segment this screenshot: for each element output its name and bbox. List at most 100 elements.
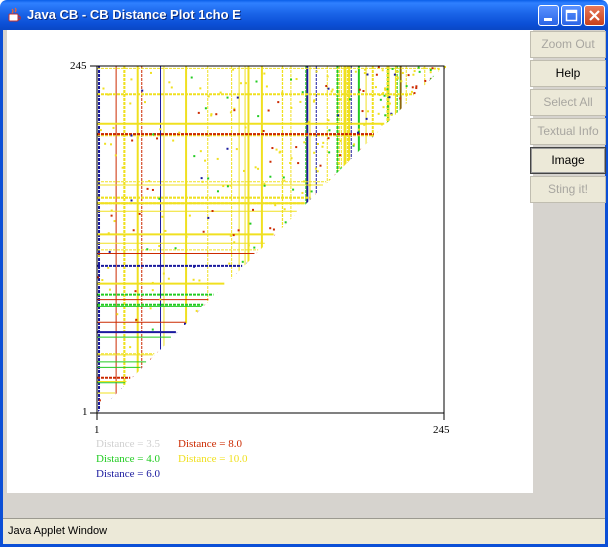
zoom-out-button[interactable]: Zoom Out bbox=[530, 31, 606, 58]
contact-point bbox=[101, 279, 104, 282]
contact-point bbox=[131, 139, 134, 142]
contact-point bbox=[375, 73, 378, 76]
contact-point bbox=[327, 119, 330, 122]
help-button[interactable]: Help bbox=[530, 60, 606, 87]
image-button[interactable]: Image bbox=[530, 147, 606, 174]
contact-point bbox=[415, 87, 418, 90]
y-axis-bottom-label: 1 bbox=[82, 406, 88, 418]
distance-plot[interactable] bbox=[7, 30, 533, 493]
minimize-button[interactable] bbox=[538, 5, 559, 26]
contact-point bbox=[110, 209, 113, 212]
contact-point bbox=[321, 145, 324, 148]
contact-point bbox=[284, 221, 287, 224]
contact-point bbox=[380, 123, 383, 126]
contact-point bbox=[316, 170, 319, 173]
contact-point bbox=[136, 136, 139, 139]
contact-point bbox=[229, 184, 232, 187]
contact-point bbox=[292, 188, 295, 191]
contact-point bbox=[193, 265, 196, 268]
maximize-button[interactable] bbox=[561, 5, 582, 26]
title-bar[interactable]: Java CB - CB Distance Plot 1cho E bbox=[0, 0, 608, 30]
contact-point bbox=[151, 289, 154, 292]
contact-point bbox=[313, 151, 316, 154]
contact-point bbox=[192, 278, 195, 281]
contact-point bbox=[326, 75, 329, 78]
contact-point bbox=[216, 157, 219, 160]
contact-point bbox=[151, 281, 154, 284]
contact-point bbox=[319, 164, 322, 167]
contact-point bbox=[365, 117, 368, 120]
minimize-icon bbox=[544, 18, 552, 21]
contact-point bbox=[328, 151, 331, 154]
contact-point bbox=[328, 129, 331, 132]
contact-point bbox=[386, 88, 389, 91]
contact-point bbox=[281, 91, 284, 94]
contact-point bbox=[229, 234, 232, 237]
contact-point bbox=[98, 399, 101, 402]
contact-point bbox=[383, 94, 386, 97]
contact-point bbox=[309, 184, 312, 187]
contact-point bbox=[242, 169, 245, 172]
contact-point bbox=[215, 113, 218, 116]
contact-point bbox=[433, 67, 436, 70]
contact-point bbox=[339, 139, 342, 142]
contact-point bbox=[338, 98, 341, 101]
contact-point bbox=[99, 129, 102, 132]
textual-info-button[interactable]: Textual Info bbox=[530, 118, 606, 145]
contact-point bbox=[158, 245, 161, 248]
contact-point bbox=[222, 185, 225, 188]
contact-point bbox=[363, 123, 366, 126]
java-cup-icon[interactable] bbox=[6, 7, 22, 23]
sting-it-button[interactable]: Sting it! bbox=[530, 176, 606, 203]
contact-point bbox=[379, 98, 382, 101]
contact-point bbox=[312, 100, 315, 103]
contact-point bbox=[207, 95, 210, 98]
select-all-button[interactable]: Select All bbox=[530, 89, 606, 116]
contact-point bbox=[195, 309, 198, 312]
contact-point bbox=[121, 166, 124, 169]
contact-point bbox=[204, 107, 207, 110]
contact-point bbox=[388, 96, 391, 99]
contact-point bbox=[110, 214, 113, 217]
contact-point bbox=[411, 86, 414, 89]
contact-point bbox=[418, 70, 421, 73]
contact-point bbox=[107, 266, 110, 269]
contact-point bbox=[148, 180, 151, 183]
legend-distance-6-0: Distance = 6.0 bbox=[96, 468, 160, 480]
legend-distance-8-0: Distance = 8.0 bbox=[178, 438, 242, 450]
contact-point bbox=[226, 185, 229, 188]
contact-point bbox=[377, 112, 380, 115]
contact-point bbox=[413, 70, 416, 73]
contact-point bbox=[104, 142, 107, 145]
close-button[interactable] bbox=[584, 5, 605, 26]
contact-point bbox=[161, 215, 164, 218]
contact-point bbox=[381, 69, 384, 72]
contact-point bbox=[255, 80, 258, 83]
contact-point bbox=[353, 143, 356, 146]
contact-point bbox=[204, 159, 207, 162]
contact-point bbox=[395, 107, 398, 110]
contact-point bbox=[108, 250, 111, 253]
legend-distance-10-0: Distance = 10.0 bbox=[178, 453, 248, 465]
contact-point bbox=[113, 220, 116, 223]
y-axis-top-label: 245 bbox=[70, 60, 87, 72]
contact-point bbox=[322, 141, 325, 144]
distance-plot-canvas[interactable]: 245 1 1 245 Distance = 3.5 Distance = 8.… bbox=[7, 30, 533, 493]
contact-point bbox=[130, 199, 133, 202]
contact-point bbox=[216, 190, 219, 193]
contact-point bbox=[108, 288, 111, 291]
contact-point bbox=[164, 229, 167, 232]
contact-point bbox=[429, 71, 432, 74]
contact-point bbox=[168, 81, 171, 84]
contact-point bbox=[159, 298, 162, 301]
contact-point bbox=[162, 272, 165, 275]
contact-point bbox=[235, 148, 238, 151]
contact-point bbox=[393, 73, 396, 76]
contact-point bbox=[391, 67, 394, 70]
status-text: Java Applet Window bbox=[8, 525, 108, 537]
contact-point bbox=[437, 68, 440, 71]
contact-point bbox=[337, 162, 340, 165]
contact-point bbox=[237, 229, 240, 232]
contact-point bbox=[265, 85, 268, 88]
contact-point bbox=[114, 154, 117, 157]
